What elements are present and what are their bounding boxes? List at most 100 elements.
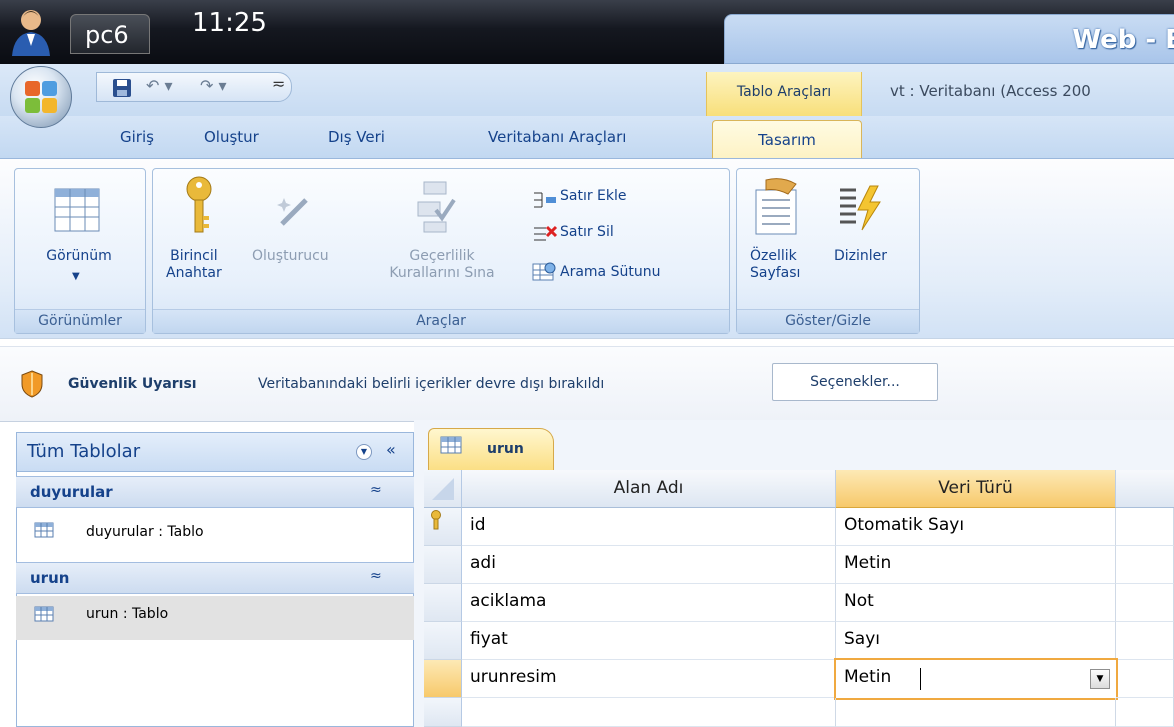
primary-key-button[interactable]: Birincil Anahtar bbox=[166, 248, 222, 282]
row-selector[interactable] bbox=[424, 584, 462, 622]
field-name-cell[interactable] bbox=[462, 698, 836, 727]
view-icon[interactable] bbox=[54, 188, 100, 232]
data-type-cell[interactable]: Sayı bbox=[836, 622, 1116, 660]
collapse-icon[interactable]: ≈ bbox=[370, 568, 382, 584]
row-selector[interactable] bbox=[424, 698, 462, 727]
row-selector[interactable] bbox=[424, 622, 462, 660]
builder-button: Oluşturucu bbox=[252, 248, 329, 264]
builder-icon bbox=[277, 198, 308, 226]
lookup-column-button[interactable]: Arama Sütunu bbox=[560, 264, 660, 280]
row-selector[interactable] bbox=[424, 546, 462, 584]
test-validation-button: Geçerlilik Kurallarını Sına bbox=[362, 248, 522, 282]
description-cell[interactable] bbox=[1116, 546, 1174, 584]
property-label-2: Sayfası bbox=[750, 265, 801, 281]
shield-icon bbox=[21, 370, 43, 398]
redo-icon[interactable]: ↷ ▾ bbox=[200, 76, 227, 96]
office-logo-icon bbox=[25, 81, 57, 113]
office-button[interactable] bbox=[10, 66, 72, 128]
dropdown-arrow-icon[interactable]: ▼ bbox=[1090, 669, 1110, 689]
window-tab[interactable]: Web - E bbox=[724, 14, 1174, 64]
view-button[interactable]: Görünüm bbox=[22, 248, 136, 265]
primary-key-icon bbox=[431, 510, 441, 530]
primary-key-label-1: Birincil bbox=[170, 248, 218, 264]
insert-row-button[interactable]: Satır Ekle bbox=[560, 188, 627, 204]
nav-group-urun[interactable]: urun bbox=[16, 562, 414, 594]
document-title: vt : Veritabanı (Access 200 bbox=[890, 82, 1091, 100]
security-warning-message: Veritabanındaki belirli içerikler devre … bbox=[258, 376, 605, 392]
property-sheet-button[interactable]: Özellik Sayfası bbox=[750, 248, 800, 282]
show-hide-group-label: Göster/Gizle bbox=[737, 309, 919, 333]
tab-design[interactable]: Tasarım bbox=[712, 120, 862, 160]
undo-icon[interactable]: ↶ ▾ bbox=[146, 76, 173, 96]
row-selector[interactable] bbox=[424, 508, 462, 546]
description-cell[interactable] bbox=[1116, 584, 1174, 622]
row-selector-current[interactable] bbox=[424, 660, 462, 698]
nav-pane-title: Tüm Tablolar bbox=[27, 441, 141, 462]
field-name-cell[interactable]: urunresim bbox=[462, 660, 836, 698]
select-all-corner[interactable] bbox=[424, 470, 462, 508]
tab-home[interactable]: Giriş bbox=[120, 128, 154, 146]
user-icon[interactable] bbox=[10, 6, 52, 58]
description-cell[interactable] bbox=[1116, 660, 1174, 698]
select-all-icon bbox=[432, 478, 454, 500]
column-header-description[interactable] bbox=[1116, 470, 1174, 508]
tools-group-label: Araçlar bbox=[153, 309, 729, 333]
property-label-1: Özellik bbox=[750, 248, 797, 264]
field-name-cell[interactable]: id bbox=[462, 508, 836, 546]
data-type-cell[interactable] bbox=[836, 698, 1116, 727]
nav-item-label: urun : Tablo bbox=[86, 606, 169, 622]
property-sheet-icon[interactable] bbox=[752, 176, 802, 236]
tab-create[interactable]: Oluştur bbox=[204, 128, 259, 146]
clock: 11:25 bbox=[192, 8, 267, 38]
delete-row-icon bbox=[534, 225, 558, 241]
nav-pane-header[interactable]: Tüm Tablolar bbox=[16, 432, 414, 472]
delete-row-button[interactable]: Satır Sil bbox=[560, 224, 614, 240]
security-warning-title: Güvenlik Uyarısı bbox=[68, 376, 197, 392]
data-type-select[interactable]: Metin ▼ bbox=[834, 658, 1118, 700]
view-dropdown-icon[interactable]: ▼ bbox=[72, 268, 80, 285]
nav-group-duyurular[interactable]: duyurular bbox=[16, 476, 414, 508]
description-cell[interactable] bbox=[1116, 698, 1174, 727]
validation-label-2: Kurallarını Sına bbox=[389, 265, 495, 281]
column-header-field-name[interactable]: Alan Adı bbox=[462, 470, 836, 508]
indexes-icon[interactable] bbox=[836, 184, 882, 232]
insert-row-icon bbox=[534, 192, 556, 208]
collapse-icon[interactable]: ≈ bbox=[370, 482, 382, 498]
table-tools-label: Tablo Araçları bbox=[706, 72, 862, 118]
test-validation-icon bbox=[417, 181, 456, 233]
description-cell[interactable] bbox=[1116, 622, 1174, 660]
table-icon bbox=[34, 606, 54, 622]
primary-key-icon[interactable] bbox=[184, 176, 214, 236]
field-name-cell[interactable]: adi bbox=[462, 546, 836, 584]
field-name-cell[interactable]: aciklama bbox=[462, 584, 836, 622]
customize-qat-icon[interactable]: ≂ bbox=[272, 74, 285, 94]
data-type-cell[interactable]: Not bbox=[836, 584, 1116, 622]
window-title: Web - E bbox=[1072, 25, 1174, 55]
table-icon bbox=[34, 522, 54, 538]
tab-database-tools[interactable]: Veritabanı Araçları bbox=[488, 128, 626, 146]
lookup-column-icon bbox=[532, 262, 556, 281]
views-group-label: Görünümler bbox=[15, 309, 145, 333]
data-type-cell[interactable]: Metin bbox=[836, 546, 1116, 584]
tab-external-data[interactable]: Dış Veri bbox=[328, 128, 385, 146]
options-button[interactable]: Seçenekler... bbox=[772, 363, 938, 401]
nav-item-duyurular-table[interactable]: duyurular : Tablo bbox=[16, 514, 414, 552]
validation-label-1: Geçerlilik bbox=[409, 248, 475, 264]
host-tab[interactable]: pc6 bbox=[70, 14, 150, 54]
document-tab-label: urun bbox=[487, 441, 524, 457]
save-icon[interactable] bbox=[112, 78, 132, 98]
indexes-button[interactable]: Dizinler bbox=[834, 248, 887, 265]
field-name-cell[interactable]: fiyat bbox=[462, 622, 836, 660]
nav-group-label: urun bbox=[30, 569, 70, 587]
primary-key-label-2: Anahtar bbox=[166, 265, 222, 281]
column-header-data-type[interactable]: Veri Türü bbox=[836, 470, 1116, 508]
data-type-select-value: Metin bbox=[844, 667, 892, 687]
text-cursor bbox=[920, 668, 921, 690]
data-type-cell[interactable]: Otomatik Sayı bbox=[836, 508, 1116, 546]
nav-item-label: duyurular : Tablo bbox=[86, 524, 204, 540]
table-icon bbox=[440, 436, 462, 454]
nav-menu-dropdown-icon[interactable]: ▼ bbox=[356, 444, 372, 460]
description-cell[interactable] bbox=[1116, 508, 1174, 546]
shutter-bar-close-icon[interactable]: « bbox=[386, 440, 396, 459]
nav-item-urun-table[interactable]: urun : Tablo bbox=[16, 596, 414, 640]
